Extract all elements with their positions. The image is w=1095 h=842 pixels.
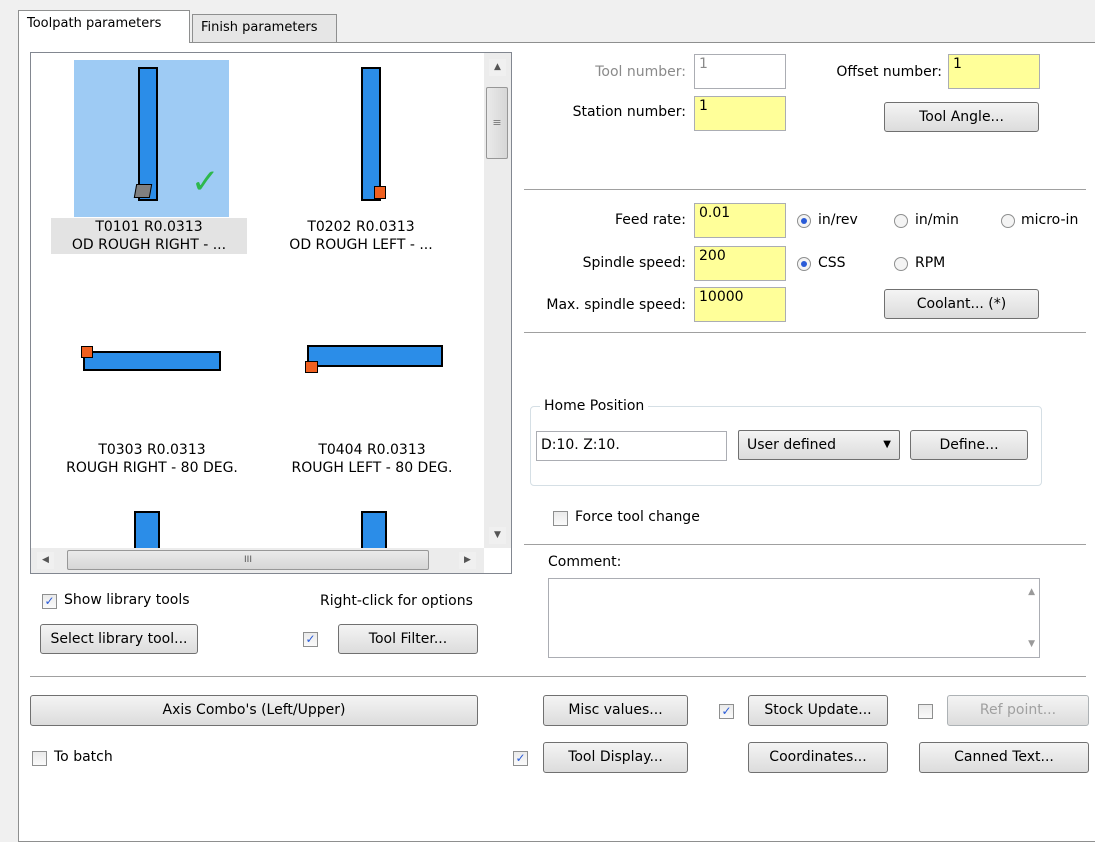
tab-toolpath-parameters[interactable]: Toolpath parameters	[18, 10, 190, 43]
tool-filter-button[interactable]: Tool Filter...	[338, 624, 478, 654]
tool-display-button[interactable]: Tool Display...	[543, 742, 688, 773]
tool-insert-t0404	[305, 361, 318, 373]
stock-update-checkbox[interactable]: ✓	[719, 704, 734, 719]
tool-name: OD ROUGH LEFT - ...	[289, 237, 433, 253]
axis-combo-button[interactable]: Axis Combo's (Left/Upper)	[30, 695, 478, 726]
show-library-tools-checkbox[interactable]: ✓	[42, 594, 57, 609]
in-rev-label: in/rev	[818, 212, 858, 228]
max-spindle-speed-field[interactable]: 10000	[694, 287, 786, 322]
horizontal-scroll-thumb[interactable]: III	[67, 550, 429, 570]
tool-name: ROUGH RIGHT - 80 DEG.	[66, 460, 238, 476]
comment-textarea[interactable]: ▲ ▼	[548, 578, 1040, 658]
css-label: CSS	[818, 255, 846, 271]
home-position-legend: Home Position	[540, 398, 649, 414]
scroll-grip-icon: III	[244, 555, 252, 565]
css-radio[interactable]	[797, 257, 811, 271]
select-library-tool-button[interactable]: Select library tool...	[40, 624, 198, 654]
separator-3	[524, 544, 1086, 545]
vertical-scrollbar[interactable]: ▲ ≡ ▼	[484, 53, 511, 548]
tab-finish-parameters[interactable]: Finish parameters	[192, 14, 337, 42]
tool-filter-checkbox[interactable]: ✓	[303, 632, 318, 647]
scroll-up-icon[interactable]: ▲	[489, 59, 506, 76]
scroll-down-icon[interactable]: ▼	[489, 527, 506, 544]
spindle-speed-label: Spindle speed:	[582, 255, 686, 271]
tool-id: T0202 R0.0313	[307, 219, 415, 235]
rpm-radio[interactable]	[894, 257, 908, 271]
in-min-radio[interactable]	[894, 214, 908, 228]
scroll-left-icon[interactable]: ◀	[37, 552, 54, 569]
tool-number-field[interactable]: 1	[694, 54, 786, 89]
force-tool-change-checkbox[interactable]	[553, 511, 568, 526]
tool-insert-t0202	[374, 186, 386, 199]
offset-number-label: Offset number:	[836, 64, 942, 80]
tool-image-t0404[interactable]	[307, 345, 443, 367]
feed-rate-label: Feed rate:	[614, 212, 686, 228]
to-batch-label: To batch	[54, 749, 113, 765]
comment-scroll-down-icon[interactable]: ▼	[1028, 639, 1035, 649]
station-number-field[interactable]: 1	[694, 96, 786, 131]
rpm-label: RPM	[915, 255, 946, 271]
in-rev-radio[interactable]	[797, 214, 811, 228]
scroll-right-icon[interactable]: ▶	[459, 552, 476, 569]
tool-id: T0303 R0.0313	[98, 442, 206, 458]
horizontal-scrollbar[interactable]: ◀ III ▶	[31, 548, 484, 573]
micro-in-label: micro-in	[1021, 212, 1079, 228]
scroll-grip-icon: ≡	[492, 116, 502, 129]
home-position-field[interactable]: D:10. Z:10.	[536, 431, 727, 461]
tool-image-t0303[interactable]	[83, 351, 221, 371]
canned-text-button[interactable]: Canned Text...	[919, 742, 1089, 773]
stock-update-button[interactable]: Stock Update...	[748, 695, 888, 726]
tool-caption-t0303[interactable]: T0303 R0.0313 ROUGH RIGHT - 80 DEG.	[37, 441, 267, 477]
home-mode-dropdown[interactable]: User defined ▼	[738, 430, 900, 460]
micro-in-radio[interactable]	[1001, 214, 1015, 228]
vertical-scroll-thumb[interactable]: ≡	[486, 87, 508, 159]
tool-name: ROUGH LEFT - 80 DEG.	[291, 460, 453, 476]
misc-values-button[interactable]: Misc values...	[543, 695, 688, 726]
ref-point-button[interactable]: Ref point...	[947, 695, 1089, 726]
tool-list[interactable]: ✓ T0101 R0.0313 OD ROUGH RIGHT - ... T02…	[30, 52, 512, 574]
ref-point-checkbox[interactable]	[918, 704, 933, 719]
tool-angle-button[interactable]: Tool Angle...	[884, 102, 1039, 132]
show-library-tools-label: Show library tools	[64, 592, 190, 608]
feed-rate-field[interactable]: 0.01	[694, 203, 786, 238]
comment-label: Comment:	[548, 554, 622, 570]
tool-id: T0404 R0.0313	[318, 442, 426, 458]
tool-display-checkbox[interactable]: ✓	[513, 751, 528, 766]
to-batch-checkbox[interactable]	[32, 751, 47, 766]
coolant-button[interactable]: Coolant... (*)	[884, 289, 1039, 319]
tool-caption-t0101[interactable]: T0101 R0.0313 OD ROUGH RIGHT - ...	[51, 218, 247, 254]
tool-insert-t0101	[133, 184, 153, 198]
tool-name: OD ROUGH RIGHT - ...	[71, 237, 227, 253]
max-spindle-speed-label: Max. spindle speed:	[546, 297, 686, 313]
tool-number-label: Tool number:	[595, 64, 686, 80]
spindle-speed-field[interactable]: 200	[694, 246, 786, 281]
define-button[interactable]: Define...	[910, 430, 1028, 460]
tool-caption-t0404[interactable]: T0404 R0.0313 ROUGH LEFT - 80 DEG.	[267, 441, 477, 477]
offset-number-field[interactable]: 1	[948, 54, 1040, 89]
tool-insert-t0303	[81, 346, 93, 358]
home-mode-value: User defined	[747, 437, 837, 453]
separator-2	[524, 332, 1086, 333]
separator-1	[524, 189, 1086, 190]
chevron-down-icon: ▼	[883, 439, 891, 450]
selected-check-icon: ✓	[191, 162, 220, 202]
comment-scroll-up-icon[interactable]: ▲	[1028, 587, 1035, 597]
separator-4	[30, 676, 1086, 677]
right-click-hint: Right-click for options	[320, 593, 473, 609]
force-tool-change-label: Force tool change	[575, 509, 700, 525]
tool-image-t0202[interactable]	[361, 67, 381, 201]
station-number-label: Station number:	[572, 104, 686, 120]
coordinates-button[interactable]: Coordinates...	[748, 742, 888, 773]
tool-image-t0101[interactable]	[138, 67, 158, 201]
tool-id: T0101 R0.0313	[95, 219, 203, 235]
tool-caption-t0202[interactable]: T0202 R0.0313 OD ROUGH LEFT - ...	[261, 218, 461, 254]
in-min-label: in/min	[915, 212, 959, 228]
